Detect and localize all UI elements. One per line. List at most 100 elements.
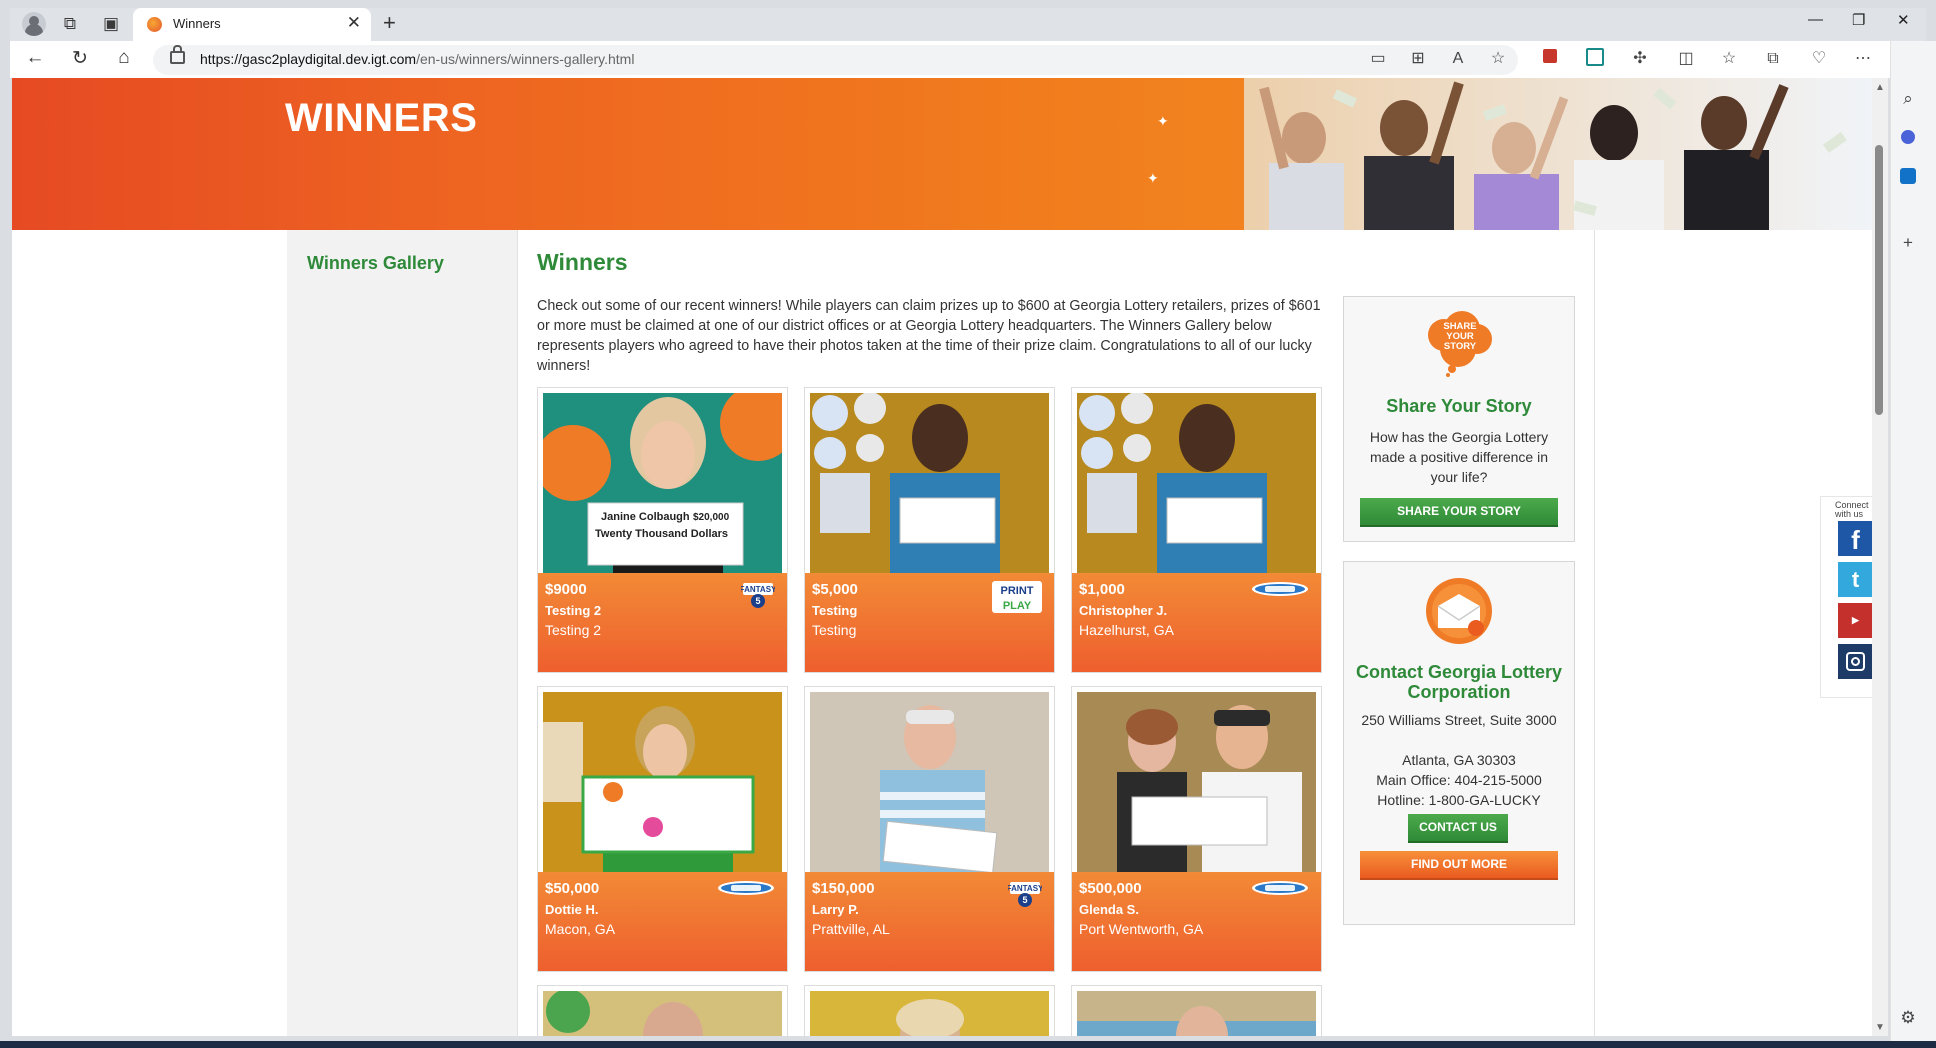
scratchers-logo-icon [1252, 881, 1308, 895]
vertical-tabs-icon[interactable]: ▣ [99, 12, 123, 36]
content-divider [1594, 230, 1595, 1036]
profile-avatar-icon[interactable] [22, 12, 46, 36]
lock-icon[interactable] [170, 45, 185, 64]
contact-mail-icon [1426, 578, 1492, 644]
share-story-text: How has the Georgia Lottery made a posit… [1369, 429, 1549, 485]
share-story-widget: SHARE YOUR STORY Share Your Story How ha… [1343, 296, 1575, 542]
refresh-icon[interactable]: ↻ [67, 47, 93, 70]
text-size-icon[interactable]: A [1447, 48, 1469, 70]
winner-photo [810, 393, 1049, 573]
winner-name: Testing 2 [545, 603, 602, 618]
split-screen-icon[interactable]: ◫ [1675, 48, 1697, 70]
social-bar: Connect with us f t ▶ [1820, 496, 1874, 698]
extension-teal-icon[interactable] [1584, 48, 1606, 70]
prize-amount: $9000 [545, 581, 587, 598]
winner-info: $9000 Testing 2 Testing 2 FANTASY 5 [538, 573, 787, 672]
close-tab-icon[interactable]: ✕ [347, 13, 361, 33]
winner-location: Prattville, AL [812, 921, 890, 937]
scroll-down-icon[interactable]: ▼ [1875, 1022, 1885, 1033]
check-words: Twenty Thousand Dollars [595, 528, 729, 540]
prize-amount: $5,000 [812, 581, 858, 598]
favorite-star-icon[interactable]: ☆ [1487, 48, 1509, 70]
winner-name: Glenda S. [1079, 902, 1139, 917]
collections-icon[interactable]: ⧉ [1762, 48, 1784, 70]
more-menu-icon[interactable]: ⋯ [1852, 48, 1874, 70]
winner-photo [810, 692, 1049, 872]
settings-gear-icon[interactable]: ⚙ [1893, 1003, 1923, 1033]
winner-card[interactable] [537, 985, 788, 1036]
browser-essentials-icon[interactable]: ♡ [1808, 48, 1830, 70]
contact-address-1: 250 Williams Street, Suite 3000 [1361, 712, 1557, 728]
share-story-bubble-text: SHARE YOUR STORY [1443, 321, 1477, 352]
svg-text:FANTASY: FANTASY [741, 585, 775, 594]
svg-text:5: 5 [755, 596, 760, 606]
outlook-icon[interactable] [1893, 164, 1923, 194]
sparkle-icon: ✦ [1157, 113, 1169, 129]
svg-text:PLAY: PLAY [1003, 600, 1032, 612]
share-your-story-button[interactable]: SHARE YOUR STORY [1360, 498, 1558, 525]
back-icon[interactable]: ← [22, 47, 48, 69]
winner-info: $500,000 Glenda S. Port Wentworth, GA [1072, 872, 1321, 971]
youtube-icon[interactable]: ▶ [1838, 603, 1873, 638]
twitter-icon[interactable]: t [1838, 562, 1873, 597]
contact-main-office: Main Office: 404-215-5000 [1376, 772, 1542, 788]
check-name: Janine Colbaugh [601, 511, 690, 523]
copilot-sidebar-icon[interactable] [1893, 124, 1923, 154]
winner-name: Dottie H. [545, 902, 599, 917]
scratchers-logo-icon [718, 881, 774, 895]
contact-us-button[interactable]: CONTACT US [1408, 814, 1508, 841]
search-icon[interactable]: ⌕ [1893, 84, 1923, 114]
home-icon[interactable]: ⌂ [111, 47, 137, 69]
winner-photo [543, 692, 782, 872]
scrollbar-thumb[interactable] [1875, 145, 1883, 415]
extension-red-icon[interactable] [1539, 48, 1561, 70]
winner-info: $1,000 Christopher J. Hazelhurst, GA [1072, 573, 1321, 672]
winner-card[interactable]: $5,000 Testing Testing PRINT PLAY [804, 387, 1055, 673]
scroll-up-icon[interactable]: ▲ [1875, 82, 1885, 93]
url-text[interactable]: https://gasc2playdigital.dev.igt.com/en-… [200, 51, 634, 67]
winner-name: Larry P. [812, 902, 859, 917]
instagram-icon[interactable] [1838, 644, 1873, 679]
winner-name: Testing [812, 603, 858, 618]
winner-photo [1077, 393, 1316, 573]
tab-title: Winners [173, 16, 221, 31]
winner-card[interactable]: $1,000 Christopher J. Hazelhurst, GA [1071, 387, 1322, 673]
svg-text:PRINT: PRINT [1001, 585, 1034, 597]
fantasy5-logo-icon: FANTASY 5 [741, 583, 775, 608]
winner-photo [1077, 991, 1316, 1036]
nav-winners-gallery-link[interactable]: Winners Gallery [307, 253, 444, 274]
contact-widget: Contact Georgia Lottery Corporation 250 … [1343, 561, 1575, 925]
winner-info: $50,000 Dottie H. Macon, GA [538, 872, 787, 971]
prize-amount: $150,000 [812, 880, 875, 897]
hero-title: WINNERS [285, 96, 478, 140]
read-aloud-device-icon[interactable]: ▭ [1367, 48, 1389, 70]
winner-card[interactable] [1071, 985, 1322, 1036]
winner-photo: Janine Colbaugh $20,000 Twenty Thousand … [543, 393, 782, 573]
winner-location: Macon, GA [545, 921, 616, 937]
winner-photo [543, 991, 782, 1036]
close-window-icon[interactable]: ✕ [1897, 11, 1910, 29]
tab-winners[interactable]: Winners ✕ [133, 8, 371, 41]
winners-celebrating-image [1244, 78, 1874, 230]
minimize-icon[interactable]: — [1808, 11, 1823, 28]
extensions-puzzle-icon[interactable]: ✣ [1629, 48, 1651, 70]
winner-card[interactable]: Janine Colbaugh $20,000 Twenty Thousand … [537, 387, 788, 673]
social-label: Connect with us [1835, 500, 1869, 519]
winner-card[interactable]: $500,000 Glenda S. Port Wentworth, GA [1071, 686, 1322, 972]
apps-grid-icon[interactable]: ⊞ [1407, 48, 1429, 70]
find-out-more-button[interactable]: FIND OUT MORE [1360, 851, 1558, 878]
winner-card[interactable] [804, 985, 1055, 1036]
new-tab-icon[interactable]: + [383, 10, 396, 36]
winner-card[interactable]: $50,000 Dottie H. Macon, GA [537, 686, 788, 972]
workspaces-icon[interactable]: ⧉ [58, 12, 82, 36]
winner-location: Testing 2 [545, 622, 602, 638]
facebook-icon[interactable]: f [1838, 521, 1873, 556]
add-sidebar-icon[interactable]: + [1893, 228, 1923, 258]
winner-card[interactable]: $150,000 Larry P. Prattville, AL FANTASY… [804, 686, 1055, 972]
winner-location: Port Wentworth, GA [1079, 921, 1204, 937]
winner-photo [1077, 692, 1316, 872]
restore-icon[interactable]: ❐ [1852, 11, 1865, 29]
favorites-list-icon[interactable]: ☆ [1718, 48, 1740, 70]
winner-info: $150,000 Larry P. Prattville, AL FANTASY… [805, 872, 1054, 971]
winner-photo [810, 991, 1049, 1036]
